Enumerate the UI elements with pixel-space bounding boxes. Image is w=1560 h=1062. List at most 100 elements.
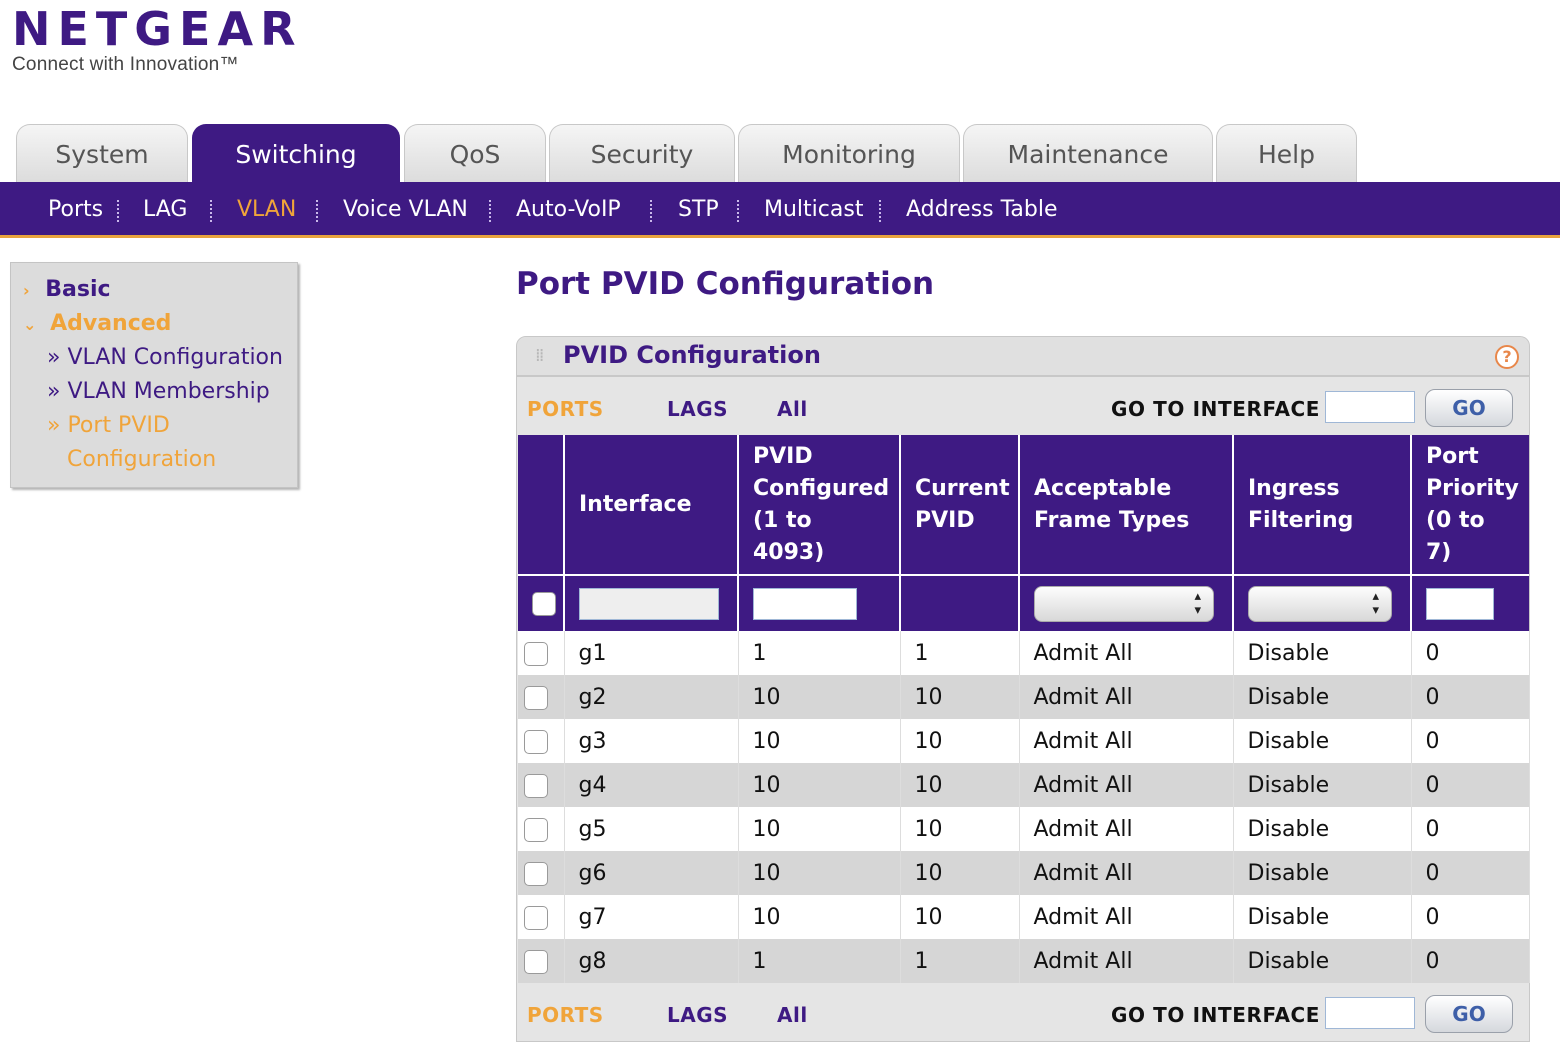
chevron-right-icon: ›: [23, 281, 30, 300]
row-select-cell: [518, 763, 565, 807]
select-all-checkbox[interactable]: [532, 591, 556, 616]
row-checkbox[interactable]: [524, 949, 548, 974]
edit-pvid-cell: [738, 574, 901, 631]
port-priority-input[interactable]: [1426, 587, 1494, 620]
cell-pvid: 1: [738, 939, 901, 983]
row-select-cell: [518, 851, 565, 895]
row-checkbox[interactable]: [524, 773, 548, 798]
sub-navigation: Ports LAG VLAN Voice VLAN Auto-VoIP STP …: [0, 182, 1560, 238]
sidebar-advanced[interactable]: ⌄ Advanced: [23, 311, 171, 336]
edit-frame-cell: ▴ ▾: [1019, 574, 1234, 631]
cell-ingress: Disable: [1233, 675, 1412, 719]
pvid-input[interactable]: [753, 587, 857, 620]
filter-lags[interactable]: LAGS: [667, 397, 728, 421]
tab-switching[interactable]: Switching: [192, 124, 400, 182]
goto-interface-label: GO TO INTERFACE: [1111, 397, 1321, 421]
netgear-logo: NETGEAR Connect with Innovation™: [12, 4, 303, 76]
go-button[interactable]: GO: [1425, 389, 1513, 427]
subnav-stp[interactable]: STP: [678, 182, 719, 238]
pvid-table: Interface PVID Configured (1 to 4093) Cu…: [518, 435, 1530, 983]
cell-frame: Admit All: [1019, 719, 1234, 763]
header-ingress-filtering: Ingress Filtering: [1233, 435, 1412, 575]
table-row[interactable]: g2 10 10 Admit All Disable 0: [518, 675, 1530, 719]
row-checkbox[interactable]: [524, 817, 548, 842]
subnav-address-table[interactable]: Address Table: [906, 182, 1058, 238]
tab-system[interactable]: System: [16, 124, 188, 182]
row-select-cell: [518, 895, 565, 939]
cell-ingress: Disable: [1233, 631, 1412, 675]
cell-priority: 0: [1411, 807, 1530, 851]
row-select-cell: [518, 939, 565, 983]
table-row[interactable]: g6 10 10 Admit All Disable 0: [518, 851, 1530, 895]
filter-all[interactable]: All: [777, 397, 808, 421]
cell-frame: Admit All: [1019, 807, 1234, 851]
help-icon[interactable]: ?: [1495, 345, 1519, 369]
cell-priority: 0: [1411, 631, 1530, 675]
table-row[interactable]: g7 10 10 Admit All Disable 0: [518, 895, 1530, 939]
sidebar-port-pvid[interactable]: » Port PVID: [47, 413, 170, 438]
interface-input[interactable]: [579, 587, 719, 620]
filter-all[interactable]: All: [777, 1003, 808, 1027]
filter-lags[interactable]: LAGS: [667, 1003, 728, 1027]
subnav-voice-vlan[interactable]: Voice VLAN: [343, 182, 468, 238]
cell-priority: 0: [1411, 763, 1530, 807]
row-checkbox[interactable]: [524, 641, 548, 666]
edit-interface-cell: [564, 574, 739, 631]
go-button[interactable]: GO: [1425, 995, 1513, 1033]
table-row[interactable]: g4 10 10 Admit All Disable 0: [518, 763, 1530, 807]
cell-pvid: 10: [738, 851, 901, 895]
sidebar-advanced-label: Advanced: [50, 311, 172, 336]
cell-frame: Admit All: [1019, 763, 1234, 807]
table-row[interactable]: g5 10 10 Admit All Disable 0: [518, 807, 1530, 851]
cell-frame: Admit All: [1019, 631, 1234, 675]
cell-ingress: Disable: [1233, 763, 1412, 807]
subnav-separator: [489, 200, 491, 222]
filter-ports[interactable]: PORTS: [527, 397, 604, 421]
tab-maintenance[interactable]: Maintenance: [963, 124, 1213, 182]
subnav-ports[interactable]: Ports: [48, 182, 103, 238]
drag-handle-icon[interactable]: ⁞⁞: [535, 345, 545, 366]
row-checkbox[interactable]: [524, 729, 548, 754]
row-select-cell: [518, 631, 565, 675]
table-row[interactable]: g1 1 1 Admit All Disable 0: [518, 631, 1530, 675]
cell-priority: 0: [1411, 675, 1530, 719]
cell-priority: 0: [1411, 895, 1530, 939]
row-checkbox[interactable]: [524, 861, 548, 886]
tab-security[interactable]: Security: [549, 124, 735, 182]
cell-current: 10: [900, 719, 1020, 763]
tab-qos[interactable]: QoS: [404, 124, 546, 182]
cell-current: 10: [900, 895, 1020, 939]
table-row[interactable]: g3 10 10 Admit All Disable 0: [518, 719, 1530, 763]
select-arrows-icon: ▴ ▾: [1372, 588, 1379, 618]
subnav-auto-voip[interactable]: Auto-VoIP: [516, 182, 621, 238]
subnav-separator: [737, 200, 739, 222]
goto-interface-input[interactable]: [1325, 391, 1415, 423]
row-checkbox[interactable]: [524, 685, 548, 710]
row-select-cell: [518, 675, 565, 719]
edit-priority-cell: [1411, 574, 1529, 631]
subnav-separator: [210, 200, 212, 222]
goto-interface-input[interactable]: [1325, 997, 1415, 1029]
subnav-separator: [316, 200, 318, 222]
ingress-filtering-select[interactable]: ▴ ▾: [1248, 585, 1392, 622]
table-row[interactable]: g8 1 1 Admit All Disable 0: [518, 939, 1530, 983]
sidebar-port-pvid-configuration[interactable]: Configuration: [67, 447, 216, 472]
row-checkbox[interactable]: [524, 905, 548, 930]
goto-interface-label: GO TO INTERFACE: [1111, 1003, 1321, 1027]
cell-pvid: 10: [738, 763, 901, 807]
sidebar-vlan-configuration[interactable]: » VLAN Configuration: [47, 345, 283, 370]
tab-help[interactable]: Help: [1216, 124, 1357, 182]
cell-interface: g7: [564, 895, 739, 939]
frame-types-select[interactable]: ▴ ▾: [1034, 585, 1214, 622]
logo-wordmark: NETGEAR: [12, 2, 303, 56]
tab-monitoring[interactable]: Monitoring: [738, 124, 960, 182]
filter-ports[interactable]: PORTS: [527, 1003, 604, 1027]
header-pvid-configured: PVID Configured (1 to 4093): [738, 435, 901, 575]
subnav-multicast[interactable]: Multicast: [764, 182, 863, 238]
sidebar-basic[interactable]: › Basic: [23, 277, 111, 302]
pvid-configuration-panel: ⁞⁞ PVID Configuration ? PORTS LAGS All G…: [516, 336, 1530, 1042]
cell-frame: Admit All: [1019, 895, 1234, 939]
subnav-vlan[interactable]: VLAN: [237, 182, 296, 238]
subnav-lag[interactable]: LAG: [143, 182, 187, 238]
sidebar-vlan-membership[interactable]: » VLAN Membership: [47, 379, 270, 404]
